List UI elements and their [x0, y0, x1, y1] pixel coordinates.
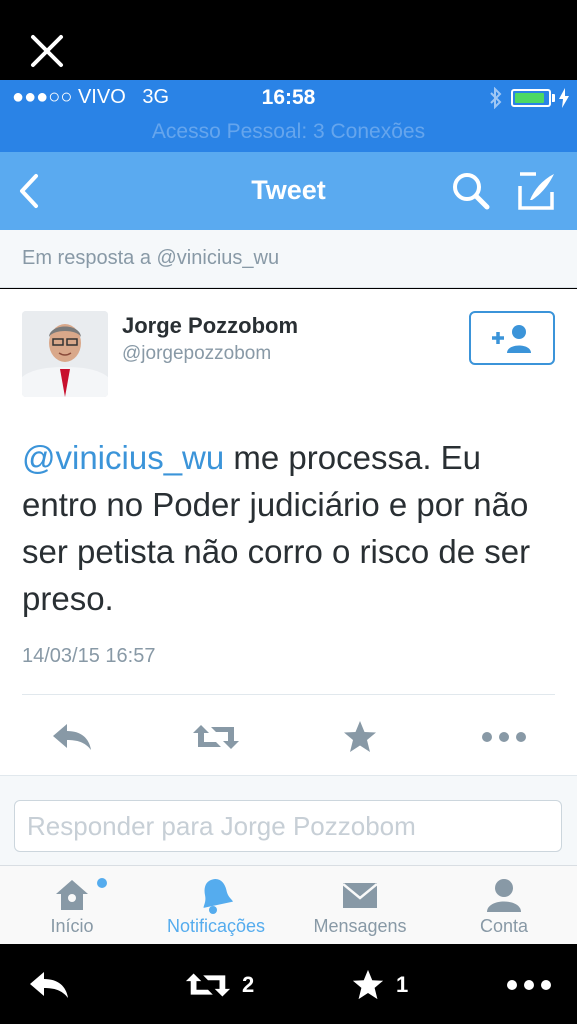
home-icon — [56, 880, 88, 910]
tab-label: Conta — [479, 916, 529, 936]
charging-icon — [559, 88, 569, 108]
bluetooth-icon — [490, 87, 502, 109]
tweet-timestamp: 14/03/15 16:57 — [22, 645, 156, 667]
avatar[interactable] — [22, 311, 108, 397]
search-icon[interactable] — [450, 170, 492, 212]
retweet-count: 2 — [242, 972, 255, 997]
favorite-button[interactable] — [335, 712, 385, 762]
reply-icon — [30, 972, 68, 998]
tab-label: Notificações — [166, 916, 266, 936]
more-icon — [482, 732, 526, 742]
retweet-icon — [193, 725, 239, 749]
overlay-favorite-button[interactable]: 1 — [350, 969, 409, 1000]
tab-home[interactable]: Início — [0, 866, 144, 945]
overlay-top-bar — [0, 0, 577, 80]
tweet-detail: Jorge Pozzobom @jorgepozzobom @vinicius_… — [0, 289, 577, 775]
in-reply-to-label: Em resposta a @vinicius_wu — [22, 247, 280, 269]
author-name[interactable]: Jorge Pozzobom — [122, 313, 298, 339]
divider — [22, 694, 555, 695]
more-icon — [507, 980, 551, 990]
battery-fill — [515, 93, 545, 103]
reply-composer — [0, 775, 577, 865]
navigation-bar: Tweet — [0, 152, 577, 230]
compose-icon[interactable] — [516, 170, 558, 212]
tab-label: Início — [50, 916, 94, 936]
mention-link[interactable]: @vinicius_wu — [22, 439, 224, 476]
follow-button[interactable] — [469, 311, 555, 365]
more-button[interactable] — [479, 712, 529, 762]
overlay-bottom-bar: 2 1 — [0, 944, 577, 1024]
avatar-photo — [22, 311, 108, 397]
overlay-more-button[interactable] — [506, 970, 552, 1000]
person-icon — [487, 879, 521, 912]
battery-icon — [511, 89, 555, 107]
unread-dot — [97, 878, 107, 888]
tab-account[interactable]: Conta — [432, 866, 576, 945]
star-icon — [352, 969, 384, 1000]
close-icon[interactable] — [28, 32, 66, 70]
tweet-text: @vinicius_wu me processa. Eu entro no Po… — [22, 434, 562, 622]
retweet-icon — [185, 973, 231, 997]
reply-input[interactable] — [14, 800, 562, 852]
status-bar: ●●●○○ VIVO 3G 16:58 Acesso Pessoal: 3 Co… — [0, 80, 577, 152]
overlay-reply-button[interactable] — [28, 970, 70, 1000]
reply-button[interactable] — [47, 712, 97, 762]
tweet-actions — [0, 712, 577, 762]
tab-label: Mensagens — [313, 916, 407, 936]
tab-messages[interactable]: Mensagens — [288, 866, 432, 945]
add-user-icon — [492, 325, 531, 353]
tab-bar: Início Notificações Mensagens Conta — [0, 865, 577, 944]
reply-icon — [53, 724, 91, 750]
overlay-retweet-button[interactable]: 2 — [184, 970, 254, 1000]
author-handle[interactable]: @jorgepozzobom — [122, 343, 271, 365]
envelope-icon — [342, 883, 378, 908]
favorite-count: 1 — [396, 972, 409, 997]
star-icon — [344, 721, 376, 752]
hotspot-banner: Acesso Pessoal: 3 Conexões — [151, 120, 426, 143]
tab-notifications[interactable]: Notificações — [144, 866, 288, 945]
in-reply-to-bar[interactable]: Em resposta a @vinicius_wu — [0, 230, 577, 288]
retweet-button[interactable] — [191, 712, 241, 762]
bell-icon — [203, 879, 233, 914]
